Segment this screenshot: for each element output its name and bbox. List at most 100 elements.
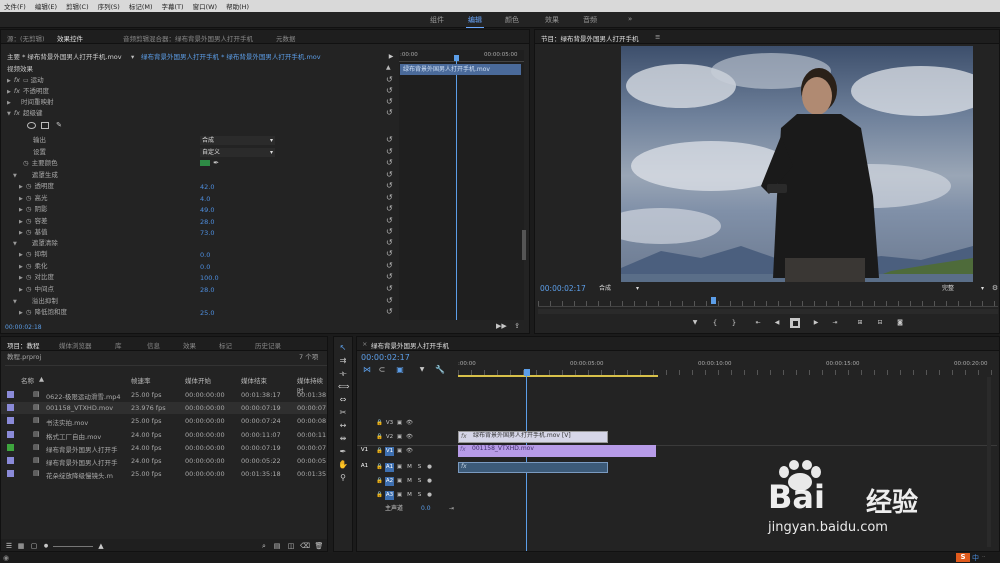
spill-param-value[interactable]: 25.0	[200, 309, 214, 317]
video-track-label[interactable]: V1	[385, 447, 394, 456]
mute-button[interactable]: M	[405, 491, 414, 500]
tab-media-browser[interactable]: 媒体浏览器	[59, 340, 92, 350]
timeline-ruler[interactable]: :00:00 00:00:05:00 00:00:10:00 00:00:15:…	[458, 359, 998, 375]
clip-v2[interactable]: fx 绿布背景外国男人打开手机.mov [V]	[458, 431, 608, 443]
timeline-close-icon[interactable]: ×	[362, 340, 367, 348]
matte-gen-param-row[interactable]: ▶ ◷ 容差	[19, 216, 48, 227]
clip-a1[interactable]: fx	[458, 462, 608, 473]
col-media-end[interactable]: 媒体结束	[241, 375, 267, 385]
label-color-swatch[interactable]	[7, 430, 14, 438]
stopwatch-icon[interactable]: ◷	[26, 205, 32, 213]
insert-icon[interactable]: ⊞	[855, 318, 865, 328]
video-track-label[interactable]: V3	[385, 419, 394, 428]
reset-param-icon[interactable]: ↺	[386, 181, 393, 190]
track-lock-icon[interactable]: 🔒	[375, 433, 384, 442]
track-lock-icon[interactable]: 🔒	[375, 463, 384, 472]
track-sync-icon[interactable]: ▣	[395, 433, 404, 442]
matte-gen-param-value[interactable]: 42.0	[200, 183, 214, 191]
project-item-row[interactable]: ▤ 书法实拍.mov 25.00 fps 00:00:00:00 00:00:07:24…	[1, 415, 327, 427]
track-sync-icon[interactable]: ▣	[395, 463, 404, 472]
menu-window[interactable]: 窗口(W)	[193, 1, 218, 11]
go-to-out-icon[interactable]: ⇥	[830, 318, 840, 328]
ime-more-icon[interactable]: ᐧᐧ	[982, 554, 985, 561]
matte-clean-param-row[interactable]: ▶ ◷ 中间点	[19, 284, 54, 295]
linked-selection-icon[interactable]: ⊂	[377, 365, 387, 375]
track-select-tool-icon[interactable]: ⇉	[338, 356, 348, 366]
new-bin-icon[interactable]: ▤	[272, 541, 282, 551]
ime-logo[interactable]: S	[956, 553, 970, 562]
stopwatch-icon[interactable]: ◷	[26, 285, 32, 293]
list-view-icon[interactable]: ☰	[4, 541, 14, 551]
pen-mask-icon[interactable]: ✎	[54, 120, 64, 130]
project-item-row[interactable]: ▤ 0622-极限运动滑雪.mp4 25.00 fps 00:00:00:00 00:0…	[1, 389, 327, 401]
output-dropdown[interactable]: 合成	[200, 136, 275, 145]
reset-param-icon[interactable]: ↺	[386, 272, 393, 281]
work-area-bar[interactable]	[458, 375, 658, 377]
workspace-color[interactable]: 颜色	[505, 15, 519, 25]
hand-tool-icon[interactable]: ✋	[338, 460, 348, 470]
clip-header-main[interactable]: 主要 * 绿布背景外国男人打开手机.mov	[7, 52, 122, 63]
slide-tool-icon[interactable]: ⇹	[338, 434, 348, 444]
matte-clean-param-value[interactable]: 28.0	[200, 286, 214, 294]
matte-clean-param-row[interactable]: ▶ ◷ 抑制	[19, 249, 48, 260]
stopwatch-icon[interactable]: ◷	[26, 194, 32, 202]
stopwatch-icon[interactable]: ◷	[26, 262, 32, 270]
track-sync-icon[interactable]: ▣	[395, 477, 404, 486]
step-forward-icon[interactable]: ▶	[811, 318, 821, 328]
track-lock-icon[interactable]: 🔒	[375, 477, 384, 486]
tab-effects[interactable]: 效果	[183, 340, 196, 350]
reset-motion-icon[interactable]: ↺	[386, 75, 393, 84]
program-title[interactable]: 节目：绿布背景外国男人打开手机	[541, 33, 639, 43]
matte-clean-param-row[interactable]: ▶ ◷ 对比度	[19, 272, 54, 283]
matte-clean-param-row[interactable]: ▶ ◷ 柔化	[19, 261, 48, 272]
program-panel-menu-icon[interactable]: ≡	[655, 33, 660, 41]
menu-edit[interactable]: 编辑(E)	[35, 1, 57, 11]
clip-v1[interactable]: fx 001158_VTXHD.mov	[458, 445, 656, 457]
matte-gen-param-row[interactable]: ▶ ◷ 基值	[19, 227, 48, 238]
menu-help[interactable]: 帮助(H)	[226, 1, 249, 11]
matte-generation-group[interactable]: ▼ 遮罩生成	[13, 170, 58, 181]
ripple-edit-tool-icon[interactable]: ⟛	[338, 369, 348, 379]
reset-opacity-icon[interactable]: ↺	[386, 86, 393, 95]
menu-clip[interactable]: 剪辑(C)	[66, 1, 89, 11]
voice-over-icon[interactable]: ●	[425, 463, 434, 472]
add-marker-timeline-icon[interactable]: ▣	[395, 365, 405, 375]
tab-project[interactable]: 项目：教程	[7, 340, 40, 350]
matte-gen-param-row[interactable]: ▶ ◷ 阴影	[19, 204, 48, 215]
stopwatch-icon[interactable]: ◷	[26, 308, 32, 316]
matte-gen-param-row[interactable]: ▶ ◷ 高光	[19, 193, 48, 204]
track-sync-icon[interactable]: ▣	[395, 447, 404, 456]
zoom-out-icon[interactable]: ●	[41, 541, 51, 551]
timeline-settings-icon[interactable]: 🔧	[435, 365, 445, 375]
reset-spill-icon[interactable]: ↺	[386, 296, 393, 305]
reset-param-icon[interactable]: ↺	[386, 227, 393, 236]
fit-dropdown[interactable]: 合成	[597, 284, 641, 293]
project-item-row[interactable]: ▤ 绿布背景外国男人打开手 24.00 fps 00:00:00:00 00:00:07…	[1, 442, 327, 454]
delete-icon[interactable]: 🗑	[314, 541, 324, 551]
matte-gen-param-row[interactable]: ▶ ◷ 透明度	[19, 181, 54, 192]
tab-libraries[interactable]: 库	[115, 340, 122, 350]
rate-stretch-tool-icon[interactable]: ⇔	[338, 395, 348, 405]
tab-source[interactable]: 源：(无剪辑)	[7, 33, 45, 43]
label-color-swatch[interactable]	[7, 457, 14, 464]
new-item-icon[interactable]: ◫	[286, 541, 296, 551]
mark-out-icon[interactable]: }	[729, 318, 739, 328]
program-settings-icon[interactable]: ⚙	[990, 283, 999, 293]
col-fps[interactable]: 帧速率	[131, 375, 151, 385]
rolling-edit-tool-icon[interactable]: ⟺	[338, 382, 349, 392]
solo-button[interactable]: S	[415, 491, 424, 500]
stopwatch-icon[interactable]: ◷	[26, 273, 32, 281]
track-lock-icon[interactable]: 🔒	[375, 447, 384, 456]
reset-param-icon[interactable]: ↺	[386, 307, 393, 316]
program-video-frame[interactable]	[621, 46, 973, 282]
workspace-more-icon[interactable]: »	[628, 15, 632, 23]
menu-sequence[interactable]: 序列(S)	[98, 1, 120, 11]
program-playhead[interactable]	[711, 297, 716, 304]
project-item-row[interactable]: ▤ 001158_VTXHD.mov 23.976 fps 00:00:00:00 00…	[1, 402, 327, 415]
stopwatch-icon[interactable]: ◷	[26, 228, 32, 236]
track-lock-icon[interactable]: 🔒	[375, 491, 384, 500]
export-frame-icon[interactable]: ◙	[895, 318, 905, 328]
selection-tool-icon[interactable]: ↖	[338, 343, 348, 353]
matte-cleanup-group[interactable]: ▼ 遮罩清除	[13, 238, 58, 249]
track-visibility-icon[interactable]: 👁	[405, 419, 414, 428]
